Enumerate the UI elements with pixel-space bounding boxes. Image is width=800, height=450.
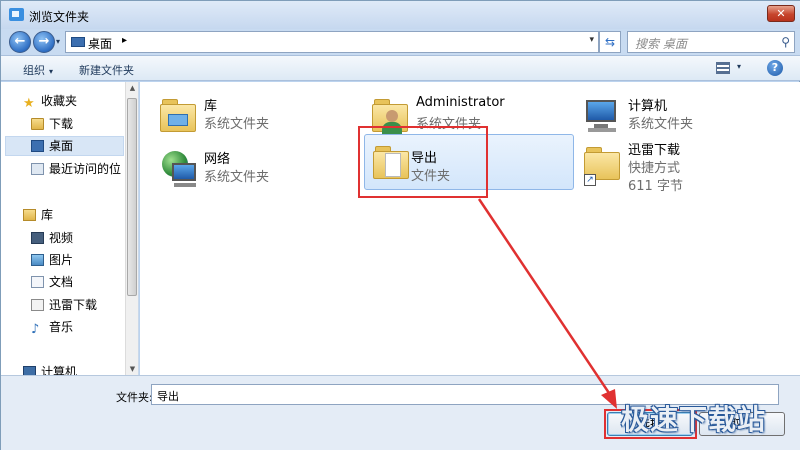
list-item[interactable]: 库 系统文件夹 <box>152 90 362 142</box>
search-input[interactable]: 搜索 桌面 ⚲ <box>627 31 795 53</box>
list-item[interactable]: 网络 系统文件夹 <box>152 143 362 195</box>
sidebar-item-label: 下载 <box>49 117 74 131</box>
item-name: 库 <box>204 99 218 114</box>
thunder-icon <box>31 299 44 311</box>
scroll-up-icon[interactable]: ▲ <box>126 84 139 92</box>
address-row: ← → ▾ 桌面 ▸ ▾ ⇆ 搜索 桌面 ⚲ <box>1 29 800 55</box>
address-dropdown-icon[interactable]: ▾ <box>589 35 594 45</box>
library-icon <box>23 209 36 221</box>
navigation-pane: ★ 收藏夹 下载 桌面 最近访问的位 库 视频 图片 文档 迅雷下载 ♪ 音乐 计算 <box>1 82 139 379</box>
sidebar-item-thunder[interactable]: 迅雷下载 <box>31 296 97 316</box>
chevron-down-icon: ▾ <box>49 67 54 76</box>
view-dropdown-icon[interactable]: ▾ <box>737 62 741 71</box>
title-bar: 浏览文件夹 ✕ <box>1 1 800 29</box>
window-icon <box>9 8 24 21</box>
sidebar-item-pictures[interactable]: 图片 <box>31 251 73 271</box>
window-title: 浏览文件夹 <box>29 10 90 24</box>
item-name: 计算机 <box>628 99 668 114</box>
sidebar-item-label: 图片 <box>49 253 74 267</box>
close-button[interactable]: ✕ <box>767 5 795 22</box>
view-options-icon[interactable] <box>716 62 730 74</box>
scroll-down-icon[interactable]: ▼ <box>126 365 139 373</box>
folder-label: 文件夹: <box>116 391 153 404</box>
address-bar[interactable]: 桌面 ▸ ▾ <box>65 31 599 53</box>
sidebar-item-label: 文档 <box>49 275 74 289</box>
music-icon: ♪ <box>31 322 40 337</box>
history-dropdown-icon[interactable]: ▾ <box>56 37 60 46</box>
picture-icon <box>31 254 44 266</box>
sidebar-item-label: 库 <box>41 208 54 222</box>
sidebar-item-recent[interactable]: 最近访问的位 <box>31 160 121 180</box>
item-size: 611 字节 <box>628 179 683 194</box>
desktop-icon <box>31 140 44 152</box>
computer-icon <box>582 96 622 134</box>
shortcut-folder-icon: ↗ <box>582 144 622 186</box>
highlight-box-folder <box>358 126 488 198</box>
new-folder-button[interactable]: 新建文件夹 <box>79 62 134 78</box>
toolbar: 组织 ▾ 新建文件夹 ▾ ? <box>1 55 800 81</box>
back-button[interactable]: ← <box>9 31 31 53</box>
refresh-button[interactable]: ⇆ <box>599 31 621 53</box>
organize-button[interactable]: 组织 ▾ <box>23 62 53 78</box>
browse-folder-window: 浏览文件夹 ✕ ← → ▾ 桌面 ▸ ▾ ⇆ 搜索 桌面 ⚲ 组织 ▾ 新建文件夹… <box>0 0 800 450</box>
sidebar-item-favorites[interactable]: ★ 收藏夹 <box>23 92 77 112</box>
sidebar-item-label: 收藏夹 <box>41 94 78 108</box>
sidebar-item-library[interactable]: 库 <box>23 206 53 226</box>
item-name: Administrator <box>416 95 505 110</box>
breadcrumb-arrow-icon[interactable]: ▸ <box>122 35 127 46</box>
item-name: 网络 <box>204 152 231 167</box>
sidebar-item-label: 最近访问的位 <box>49 162 122 176</box>
search-placeholder: 搜索 桌面 <box>635 37 687 51</box>
list-item[interactable]: ↗ 迅雷下载 快捷方式 611 字节 <box>576 134 786 194</box>
document-icon <box>31 276 44 288</box>
sidebar-item-label: 迅雷下载 <box>49 298 98 312</box>
sidebar-item-music[interactable]: ♪ 音乐 <box>31 318 73 338</box>
sidebar-item-downloads[interactable]: 下载 <box>31 115 73 135</box>
video-icon <box>31 232 44 244</box>
sidebar-item-label: 视频 <box>49 231 74 245</box>
address-text[interactable]: 桌面 <box>88 35 112 52</box>
recent-icon <box>31 163 44 175</box>
watermark: 极速下载站 <box>621 403 767 436</box>
help-icon[interactable]: ? <box>767 60 783 76</box>
forward-button[interactable]: → <box>33 31 55 53</box>
item-type: 系统文件夹 <box>204 170 270 185</box>
organize-label: 组织 <box>23 64 45 77</box>
sidebar-item-label: 音乐 <box>49 320 74 334</box>
library-icon <box>158 96 198 134</box>
sidebar-item-label: 桌面 <box>49 139 74 153</box>
scroll-thumb[interactable] <box>127 98 137 296</box>
star-icon: ★ <box>23 96 35 111</box>
download-folder-icon <box>31 118 44 130</box>
sidebar-item-documents[interactable]: 文档 <box>31 273 73 293</box>
item-type: 系统文件夹 <box>204 117 270 132</box>
bottom-panel: 文件夹: 导出 选择 取消 极速下载站 <box>1 375 800 450</box>
desktop-icon <box>71 37 85 47</box>
item-name: 迅雷下载 <box>628 143 681 158</box>
sidebar-item-desktop[interactable]: 桌面 <box>5 136 124 156</box>
sidebar-scrollbar[interactable]: ▲ ▼ <box>125 82 138 375</box>
item-type: 快捷方式 <box>628 161 681 176</box>
item-type: 系统文件夹 <box>628 117 694 132</box>
search-icon[interactable]: ⚲ <box>781 35 790 49</box>
sidebar-item-video[interactable]: 视频 <box>31 229 73 249</box>
network-icon <box>158 149 198 187</box>
